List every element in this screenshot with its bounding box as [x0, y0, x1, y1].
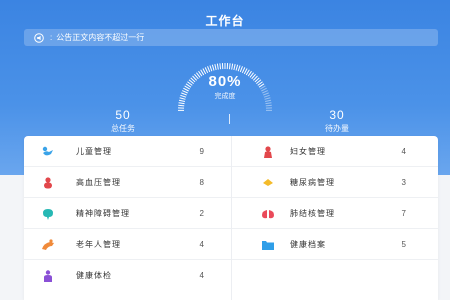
- list-item-count: 4: [199, 239, 204, 249]
- list-item-diabetes[interactable]: 糖尿病管理 3: [232, 167, 438, 198]
- list-item-count: 9: [199, 146, 204, 156]
- diabetes-icon: [261, 176, 275, 190]
- elderly-icon: [41, 238, 55, 252]
- gauge-tick: [241, 67, 246, 74]
- management-list-left: 儿童管理 9 高血压管理 8 精神障碍管理 2 老年人管理 4 健康体检 4: [24, 136, 231, 291]
- list-item-count: 2: [199, 208, 204, 218]
- gauge-tick: [216, 63, 219, 70]
- progress-readout: 80% 完成度: [167, 73, 283, 101]
- management-card: 儿童管理 9 高血压管理 8 精神障碍管理 2 老年人管理 4 健康体检 4 妇…: [24, 136, 438, 300]
- gauge-tick: [204, 67, 209, 74]
- stat-pending-value: 30: [329, 108, 345, 122]
- announcement-icon: [34, 32, 44, 43]
- list-item-hypertension[interactable]: 高血压管理 8: [24, 167, 231, 198]
- gauge-tick: [265, 102, 272, 105]
- progress-percent: 80%: [208, 73, 242, 90]
- list-item-tuberculosis[interactable]: 肺结核管理 7: [232, 198, 438, 229]
- gauge-tick: [211, 64, 215, 71]
- gauge-tick: [214, 64, 217, 71]
- gauge-tick: [265, 104, 272, 107]
- list-item-child[interactable]: 儿童管理 9: [24, 136, 231, 167]
- gauge-tick: [233, 64, 236, 71]
- child-icon: [41, 145, 55, 159]
- brain-icon: [41, 207, 55, 221]
- notice-text: 公告正文内容不超过一行: [56, 33, 145, 42]
- page-title: 工作台: [205, 14, 245, 28]
- gauge-tick: [231, 63, 234, 70]
- list-item-health-record[interactable]: 健康档案 5: [232, 229, 438, 260]
- management-list-right: 妇女管理 4 糖尿病管理 3 肺结核管理 7 健康档案 5: [231, 136, 438, 300]
- gauge-tick: [219, 63, 222, 70]
- list-item-count: 4: [199, 271, 204, 280]
- stat-pending[interactable]: 30 待办量: [277, 108, 397, 134]
- list-item-name: 健康体检: [76, 271, 112, 280]
- list-item-name: 糖尿病管理: [290, 177, 335, 187]
- list-item-count: 3: [401, 177, 406, 187]
- list-item-women[interactable]: 妇女管理 4: [232, 136, 438, 167]
- list-item-count: 4: [401, 146, 406, 156]
- notice-bar[interactable]: : 公告正文内容不超过一行: [24, 29, 438, 46]
- list-item-name: 妇女管理: [290, 146, 326, 156]
- list-item-mental[interactable]: 精神障碍管理 2: [24, 198, 231, 229]
- gauge-tick: [239, 66, 243, 73]
- list-item-name: 老年人管理: [76, 239, 121, 249]
- list-item-count: 7: [401, 208, 406, 218]
- list-item-name: 精神障碍管理: [76, 208, 130, 218]
- list-item-count: 8: [199, 177, 204, 187]
- list-item-count: 5: [401, 239, 406, 249]
- gauge-tick: [237, 65, 241, 72]
- gauge-tick: [178, 104, 185, 107]
- gauge-tick: [178, 102, 185, 105]
- lungs-icon: [261, 207, 275, 221]
- gauge-tick: [207, 66, 211, 73]
- gauge-tick: [228, 63, 231, 70]
- checkup-icon: [41, 269, 55, 283]
- list-item-name: 肺结核管理: [290, 208, 335, 218]
- list-item-name: 高血压管理: [76, 177, 121, 187]
- stat-total-tasks[interactable]: 50 总任务: [63, 108, 183, 134]
- stat-total-label: 总任务: [111, 124, 135, 133]
- stat-total-value: 50: [115, 108, 131, 122]
- list-item-name: 儿童管理: [76, 146, 112, 156]
- blood-pressure-icon: [41, 176, 55, 190]
- list-item-name: 健康档案: [290, 239, 326, 249]
- gauge-tick: [209, 65, 213, 72]
- progress-label: 完成度: [214, 93, 236, 100]
- list-item-checkup[interactable]: 健康体检 4: [24, 260, 231, 291]
- stat-divider: [229, 114, 230, 124]
- list-item-elderly[interactable]: 老年人管理 4: [24, 229, 231, 260]
- woman-icon: [261, 145, 275, 159]
- gauge-tick: [235, 64, 239, 71]
- folder-icon: [261, 238, 275, 252]
- notice-separator: :: [50, 33, 53, 42]
- stat-pending-label: 待办量: [325, 124, 349, 133]
